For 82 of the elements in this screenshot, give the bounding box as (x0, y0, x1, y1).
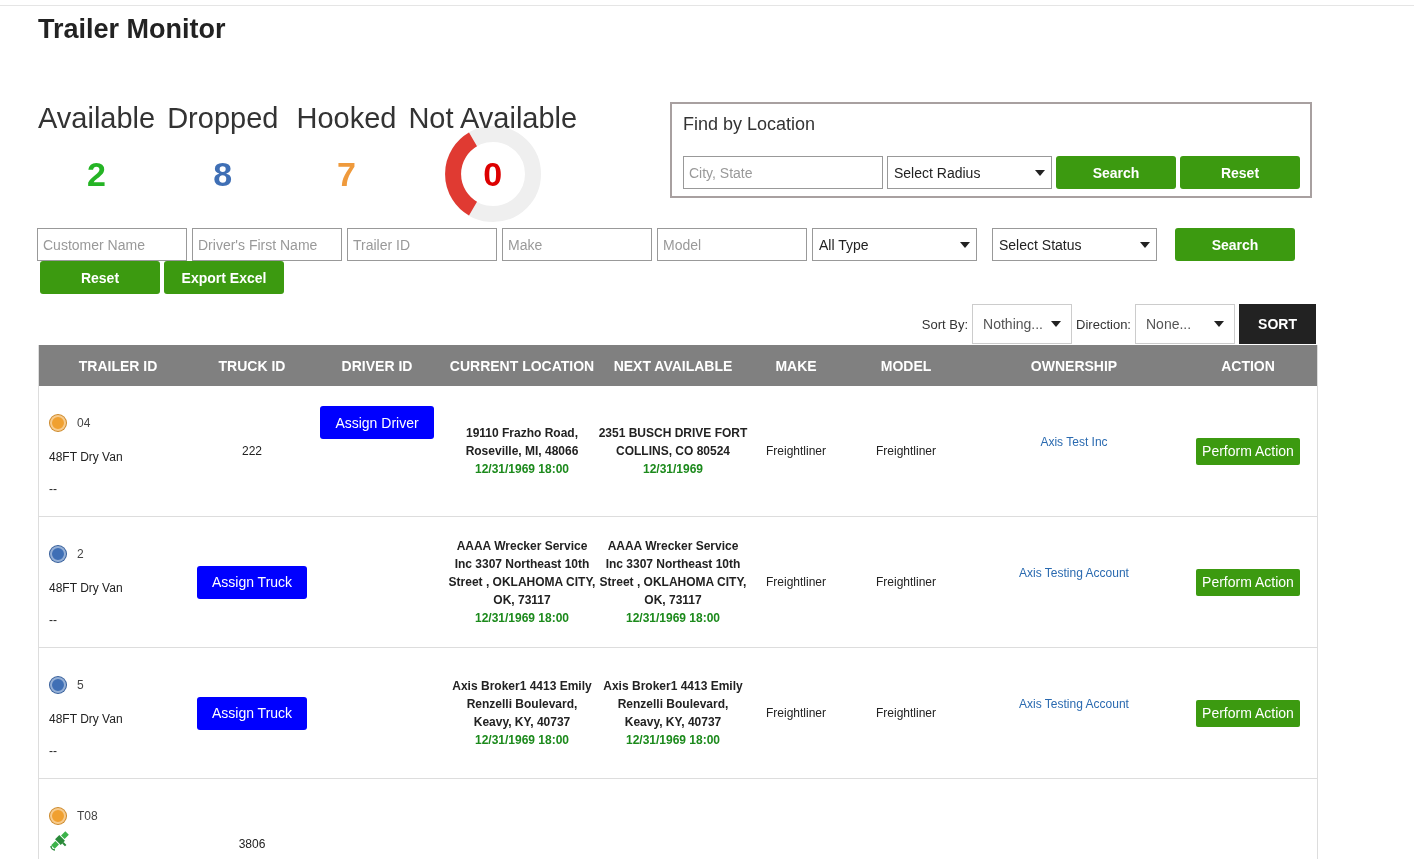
date-time: 12/31/1969 18:00 (625, 732, 721, 749)
date-time: 12/31/1969 (642, 461, 704, 478)
column-header: OWNERSHIP (1029, 357, 1119, 374)
stat-label: Available (38, 102, 156, 134)
column-header: CURRENT LOCATION (448, 357, 596, 374)
perform-action-button[interactable]: Perform Action (1196, 699, 1300, 727)
stat-count: 2 (87, 154, 107, 194)
column-header: TRUCK ID (217, 357, 287, 374)
column-header: ACTION (1220, 357, 1276, 374)
dropdown[interactable]: None... (1135, 304, 1235, 344)
trailer-id: 04 (77, 416, 91, 430)
dropdown[interactable]: All Type (812, 228, 977, 261)
page-title: Trailer Monitor (38, 14, 227, 46)
input-field[interactable]: Model (657, 228, 807, 261)
ownership-link[interactable]: Axis Testing Account (1019, 566, 1129, 580)
search-button[interactable]: Search (1175, 228, 1295, 261)
perform-action-button[interactable]: Perform Action (1196, 568, 1300, 596)
input-field[interactable]: Trailer ID (347, 228, 497, 261)
column-header: MODEL (879, 357, 933, 374)
assign-truck-button[interactable]: Assign Truck (196, 696, 308, 730)
stat-label: Hooked (296, 102, 397, 134)
address-text: 19110 Frazho Road, Roseville, MI, 48066 (464, 425, 580, 460)
table-cell: Freightliner (766, 575, 826, 589)
caret-icon (1035, 169, 1045, 176)
trailer-type: 48FT Dry Van (49, 581, 123, 595)
caret-icon (1214, 321, 1224, 327)
ownership-link[interactable]: Axis Test Inc (1040, 435, 1108, 449)
address-text: AAAA Wrecker Service Inc 3307 Northeast 10th Street , OKLAHOMA CITY, OK, 73117 (598, 538, 748, 609)
table-cell: Freightliner (766, 706, 826, 720)
address-text: Axis Broker1 4413 Emily Renzelli Boulevard, Keavy, KY, 40737 (602, 678, 744, 731)
ownership-link[interactable]: Axis Testing Account (1019, 697, 1129, 711)
table-cell: Freightliner (876, 575, 936, 589)
trailer-id: 2 (77, 547, 84, 561)
reset-button[interactable]: Reset (40, 261, 160, 294)
stat-count: 8 (213, 154, 233, 194)
panel-title: Find by Location (683, 114, 817, 136)
sort-label: Sort By: (921, 316, 969, 332)
table-cell: Freightliner (876, 706, 936, 720)
address-text: AAAA Wrecker Service Inc 3307 Northeast 10th Street , OKLAHOMA CITY, OK, 73117 (448, 538, 596, 609)
caret-icon (1140, 241, 1150, 248)
trailer-id: T08 (77, 809, 98, 823)
date-time: 12/31/1969 18:00 (474, 461, 570, 478)
direction-label: Direction: (1076, 316, 1131, 332)
stat-count: 0 (483, 154, 503, 194)
input-field[interactable]: Driver's First Name (192, 228, 342, 261)
column-header: DRIVER ID (340, 357, 414, 374)
reset-button[interactable]: Reset (1180, 156, 1300, 189)
date-time: 12/31/1969 18:00 (474, 732, 570, 749)
stat-count: 7 (336, 154, 356, 194)
input-field[interactable]: City, State (683, 156, 883, 189)
trailer-id: 5 (77, 678, 84, 692)
table-cell: -- (49, 613, 57, 627)
column-header: TRAILER ID (77, 357, 159, 374)
address-text: 2351 BUSCH DRIVE FORT COLLINS, CO 80524 (598, 425, 748, 460)
trailer-type: 48FT Dry Van (49, 450, 123, 464)
dropdown[interactable]: Select Status (992, 228, 1157, 261)
assign-driver-button[interactable]: Assign Driver (320, 406, 434, 439)
table-cell: -- (49, 482, 57, 496)
table-cell: Freightliner (766, 444, 826, 458)
dropdown[interactable]: Nothing... (972, 304, 1073, 344)
table-cell: -- (49, 744, 57, 758)
table-cell: 3806 (238, 837, 266, 851)
date-time: 12/31/1969 18:00 (625, 610, 721, 627)
stat-label: Not Available (408, 102, 578, 134)
date-time: 12/31/1969 18:00 (474, 610, 570, 627)
column-header: NEXT AVAILABLE (612, 357, 734, 374)
input-field[interactable]: Make (502, 228, 652, 261)
column-header: MAKE (774, 357, 818, 374)
sort-button[interactable]: SORT (1239, 304, 1316, 344)
input-field[interactable]: Customer Name (37, 228, 187, 261)
caret-icon (1051, 321, 1062, 327)
search-button[interactable]: Search (1056, 156, 1176, 189)
table-cell: 222 (242, 444, 262, 458)
trailer-type: 48FT Dry Van (49, 712, 123, 726)
export-button[interactable]: Export Excel (164, 261, 284, 294)
table-cell: Freightliner (876, 444, 936, 458)
perform-action-button[interactable]: Perform Action (1196, 437, 1300, 465)
caret-icon (960, 241, 970, 248)
stat-label: Dropped (167, 102, 279, 134)
assign-truck-button[interactable]: Assign Truck (196, 565, 308, 599)
dropdown[interactable]: Select Radius (887, 156, 1052, 189)
address-text: Axis Broker1 4413 Emily Renzelli Boulevard, Keavy, KY, 40737 (451, 678, 593, 731)
